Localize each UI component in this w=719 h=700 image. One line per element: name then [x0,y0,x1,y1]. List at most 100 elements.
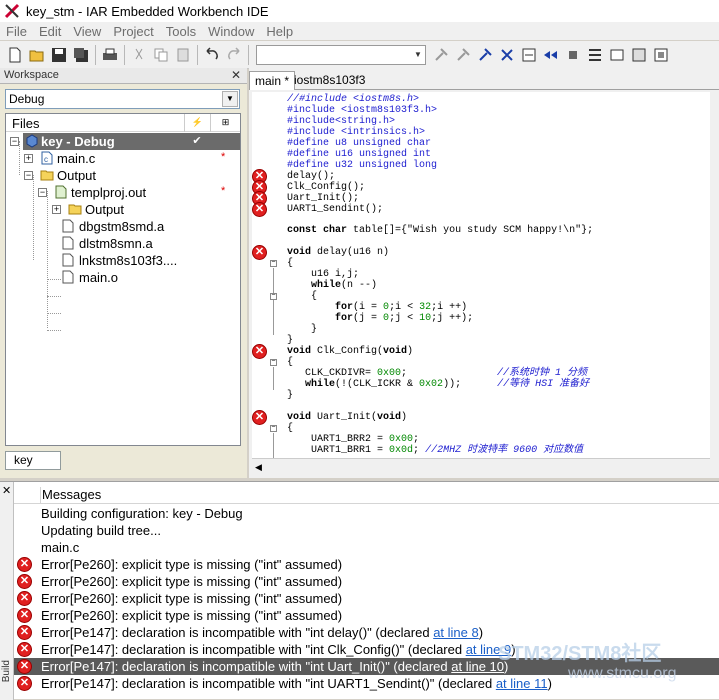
line-link[interactable]: at line 10 [451,659,504,674]
message-row[interactable]: ✕ Error[Pe260]: explicit type is missing … [14,556,719,573]
compile-icon [522,48,536,61]
tree-item-label: lnkstm8s103f3.... [79,253,178,268]
tree-item-dbgstm8smd[interactable]: dbgstm8smd.a [6,218,240,235]
close-icon[interactable]: ✕ [231,68,241,83]
menu-tools[interactable]: Tools [160,24,202,39]
workspace-tab-key[interactable]: key [5,451,61,470]
horizontal-scrollbar[interactable]: ◀ [252,458,710,474]
cut-button[interactable] [128,44,150,66]
iar-app-icon [4,3,20,19]
menu-project[interactable]: Project [107,24,159,39]
find-in-files-button[interactable] [474,44,496,66]
menu-help[interactable]: Help [260,24,299,39]
find-next-button[interactable] [430,44,452,66]
code-editor[interactable]: ✕ ✕ ✕ ✕ ✕ ✕ ✕ − − − − //#include <iostm8… [252,92,710,458]
chevron-down-icon[interactable]: ▼ [222,91,238,107]
window-title: key_stm - IAR Embedded Workbench IDE [26,3,269,19]
stop-build-button[interactable] [562,44,584,66]
message-row[interactable]: ✕ Error[Pe260]: explicit type is missing … [14,607,719,624]
code-line: //#include <iostm8s.h> [287,94,420,105]
find-icon [479,47,492,61]
project-cube-icon [26,134,38,148]
vertical-scrollbar[interactable] [710,92,719,474]
message-text: Error[Pe260]: explicit type is missing (… [41,557,343,572]
menu-view[interactable]: View [67,24,107,39]
download-button[interactable] [628,44,650,66]
message-row[interactable]: Building configuration: key - Debug [14,505,719,522]
debug-button[interactable] [584,44,606,66]
collapse-icon[interactable]: − [10,137,19,146]
error-marker-icon[interactable]: ✕ [252,245,267,260]
fold-icon[interactable]: − [270,260,277,267]
copy-button[interactable] [150,44,172,66]
code-line: #include <iostm8s103f3.h> [287,105,438,116]
error-marker-icon[interactable]: ✕ [252,410,267,425]
fold-icon[interactable]: − [270,425,277,432]
collapse-icon[interactable]: − [38,188,47,197]
message-row[interactable]: main.c [14,539,719,556]
make-button[interactable] [540,44,562,66]
tab-iostm8s103f3[interactable]: iostm8s103f3 [289,71,370,90]
expand-icon[interactable]: + [52,205,61,214]
line-link[interactable]: at line 8 [433,625,479,640]
code-line: Uart_Init(); [287,193,360,204]
tree-item-output[interactable]: − Output [6,167,240,184]
watermark-url: www.stmcu.org [568,665,677,682]
tree-item-main-o[interactable]: main.o [6,269,240,286]
expand-icon[interactable]: + [24,154,33,163]
bookmark-button[interactable] [496,44,518,66]
redo-button[interactable] [223,44,245,66]
options-column-icon[interactable]: ⊞ [210,114,240,132]
fold-icon[interactable]: − [270,293,277,300]
breakpoint-button[interactable] [606,44,628,66]
paste-button[interactable] [172,44,194,66]
new-file-button[interactable] [4,44,26,66]
modified-marker: * [221,151,226,163]
status-column-icon[interactable]: ⚡ [184,114,210,132]
save-all-icon [74,47,88,62]
scroll-left-icon[interactable]: ◀ [255,462,262,473]
menu-window[interactable]: Window [202,24,260,39]
tree-item-main-c[interactable]: + c main.c * [6,150,240,167]
code-line: void Clk_Config(void) [287,346,414,357]
tree-item-project[interactable]: − key - Debug ✔ [6,133,240,150]
title-bar: key_stm - IAR Embedded Workbench IDE [0,0,719,22]
close-icon[interactable]: ✕ [2,484,11,497]
tree-item-label: Output [85,202,125,217]
menu-edit[interactable]: Edit [33,24,67,39]
code-line: } [287,335,294,346]
files-column-header[interactable]: Files [12,115,39,132]
collapse-icon[interactable]: − [24,171,33,180]
menu-file[interactable]: File [0,24,33,39]
print-button[interactable] [99,44,121,66]
message-row[interactable]: ✕ Error[Pe260]: explicit type is missing … [14,590,719,607]
tree-item-templproj-out[interactable]: − templproj.out * [6,184,240,201]
tree-item-lnkstm8s103f3[interactable]: lnkstm8s103f3.... [6,252,240,269]
message-text: Error[Pe260]: explicit type is missing (… [41,591,343,606]
options-button[interactable] [650,44,672,66]
download-icon [632,48,646,61]
error-marker-icon[interactable]: ✕ [252,202,267,217]
error-marker-icon[interactable]: ✕ [252,344,267,359]
compile-button[interactable] [518,44,540,66]
fold-icon[interactable]: − [270,359,277,366]
find-combo[interactable]: ▼ [256,44,426,65]
pin-icon [435,47,448,61]
message-row[interactable]: ✕ Error[Pe260]: explicit type is missing … [14,573,719,590]
error-icon: ✕ [17,574,32,589]
message-row[interactable]: Updating build tree... [14,522,719,539]
message-tail: ) [478,625,484,640]
messages-column-header[interactable]: Messages [40,487,101,504]
line-link[interactable]: at line 11 [496,676,548,691]
open-button[interactable] [26,44,48,66]
save-button[interactable] [48,44,70,66]
configuration-select[interactable]: Debug ▼ [5,89,240,109]
find-prev-button[interactable] [452,44,474,66]
tree-item-dlstm8smn[interactable]: dlstm8smn.a [6,235,240,252]
tree-item-output-sub[interactable]: + Output [6,201,240,218]
save-all-button[interactable] [70,44,92,66]
code-line: } [287,390,294,401]
code-line: for(i = 0;i < 32;i ++) [335,302,468,313]
undo-button[interactable] [201,44,223,66]
object-file-icon [62,270,74,284]
